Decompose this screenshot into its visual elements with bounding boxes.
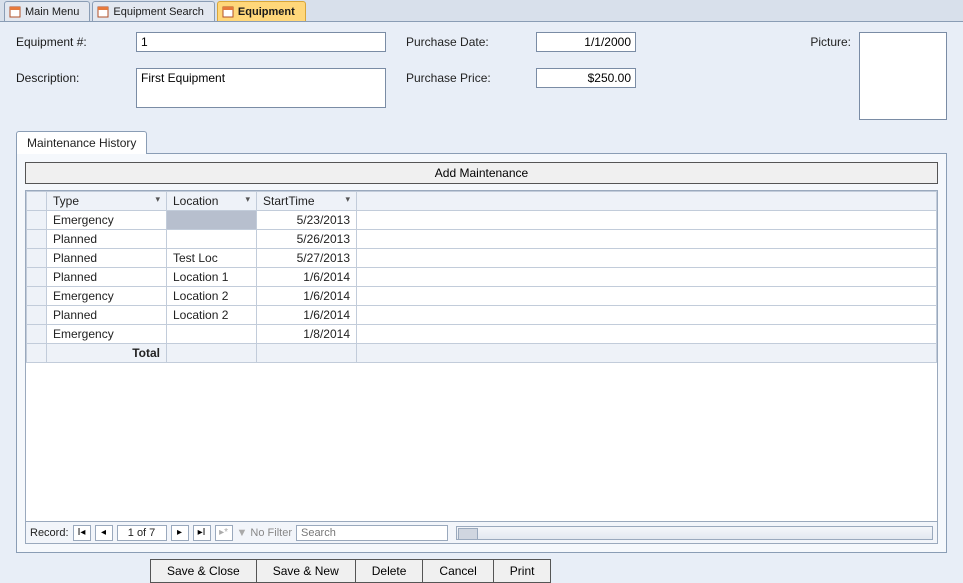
col-starttime-label: StartTime	[263, 194, 315, 208]
cell-blank	[357, 306, 937, 325]
cell-type[interactable]: Emergency	[47, 211, 167, 230]
cell-blank	[357, 325, 937, 344]
col-starttime[interactable]: StartTime ▾	[257, 192, 357, 211]
subtab-maintenance-history[interactable]: Maintenance History	[16, 131, 147, 154]
record-label: Record:	[30, 527, 69, 539]
form-action-buttons: Save & Close Save & New Delete Cancel Pr…	[150, 559, 963, 583]
search-input[interactable]	[296, 525, 448, 541]
window-tabs: Main Menu Equipment Search Equipment	[0, 0, 963, 22]
chevron-down-icon[interactable]: ▾	[245, 194, 250, 205]
chevron-down-icon[interactable]: ▾	[155, 194, 160, 205]
table-row[interactable]: PlannedTest Loc5/27/2013	[27, 249, 937, 268]
grid-corner[interactable]	[27, 192, 47, 211]
picture-box[interactable]	[859, 32, 947, 120]
tab-label: Equipment Search	[113, 6, 204, 18]
cell-blank	[357, 287, 937, 306]
cell-location[interactable]: Test Loc	[167, 249, 257, 268]
cell-type[interactable]: Emergency	[47, 325, 167, 344]
cell-starttime[interactable]: 1/6/2014	[257, 287, 357, 306]
tab-label: Equipment	[238, 6, 295, 18]
cell-type[interactable]: Planned	[47, 268, 167, 287]
add-maintenance-button[interactable]: Add Maintenance	[25, 162, 938, 184]
col-location-label: Location	[173, 194, 218, 208]
row-selector[interactable]	[27, 325, 47, 344]
cell-location[interactable]	[167, 211, 257, 230]
row-selector[interactable]	[27, 306, 47, 325]
description-label: Description:	[16, 68, 136, 85]
purchase-price-field[interactable]	[536, 68, 636, 88]
cell-starttime[interactable]: 1/6/2014	[257, 306, 357, 325]
total-row: Total	[27, 344, 937, 363]
delete-button[interactable]: Delete	[355, 559, 423, 583]
table-row[interactable]: Emergency 5/23/2013	[27, 211, 937, 230]
table-row[interactable]: PlannedLocation 21/6/2014	[27, 306, 937, 325]
cell-starttime[interactable]: 1/6/2014	[257, 268, 357, 287]
row-selector[interactable]	[27, 211, 47, 230]
form-icon	[9, 6, 21, 18]
cell-type[interactable]: Emergency	[47, 287, 167, 306]
purchase-date-field[interactable]	[536, 32, 636, 52]
filter-label: No Filter	[250, 527, 292, 539]
record-navigator: Record: I◂ ◂ 1 of 7 ▸ ▸I ▸* ▼ No Filter	[26, 521, 937, 543]
tab-main-menu[interactable]: Main Menu	[4, 1, 90, 21]
row-selector[interactable]	[27, 268, 47, 287]
row-selector[interactable]	[27, 230, 47, 249]
cell-starttime[interactable]: 5/26/2013	[257, 230, 357, 249]
col-blank	[357, 192, 937, 211]
nav-prev-button[interactable]: ◂	[95, 525, 113, 541]
table-row[interactable]: Planned 5/26/2013	[27, 230, 937, 249]
table-row[interactable]: PlannedLocation 11/6/2014	[27, 268, 937, 287]
form-icon	[222, 6, 234, 18]
row-selector[interactable]	[27, 249, 47, 268]
purchase-date-label: Purchase Date:	[406, 32, 536, 49]
maintenance-grid: Type ▾ Location ▾ StartTime ▾ Emergency 5/23…	[25, 190, 938, 544]
nav-new-button[interactable]: ▸*	[215, 525, 233, 541]
picture-label: Picture:	[810, 32, 851, 49]
cell-location[interactable]: Location 2	[167, 306, 257, 325]
total-label: Total	[47, 344, 167, 363]
tab-equipment[interactable]: Equipment	[217, 1, 306, 21]
filter-indicator[interactable]: ▼ No Filter	[237, 527, 292, 539]
cell-type[interactable]: Planned	[47, 306, 167, 325]
purchase-price-label: Purchase Price:	[406, 68, 536, 85]
horizontal-scrollbar[interactable]	[456, 526, 933, 540]
cell-type[interactable]: Planned	[47, 249, 167, 268]
subtab-container: Maintenance History Add Maintenance	[16, 130, 947, 553]
description-field[interactable]	[136, 68, 386, 108]
nav-last-button[interactable]: ▸I	[193, 525, 211, 541]
col-location[interactable]: Location ▾	[167, 192, 257, 211]
cell-blank	[357, 249, 937, 268]
cell-location[interactable]	[167, 325, 257, 344]
form-icon	[97, 6, 109, 18]
table-row[interactable]: Emergency 1/8/2014	[27, 325, 937, 344]
form-header: Equipment #: Description: Purchase Date:…	[0, 22, 963, 126]
equipment-num-field[interactable]	[136, 32, 386, 52]
cell-blank	[357, 230, 937, 249]
col-type[interactable]: Type ▾	[47, 192, 167, 211]
save-close-button[interactable]: Save & Close	[150, 559, 256, 583]
cell-blank	[357, 268, 937, 287]
equipment-num-label: Equipment #:	[16, 32, 136, 49]
table-row[interactable]: EmergencyLocation 21/6/2014	[27, 287, 937, 306]
save-new-button[interactable]: Save & New	[256, 559, 355, 583]
chevron-down-icon[interactable]: ▾	[345, 194, 350, 205]
cell-blank	[357, 211, 937, 230]
cell-type[interactable]: Planned	[47, 230, 167, 249]
cell-starttime[interactable]: 5/23/2013	[257, 211, 357, 230]
cell-location[interactable]: Location 1	[167, 268, 257, 287]
print-button[interactable]: Print	[493, 559, 552, 583]
funnel-icon: ▼	[237, 527, 248, 539]
tab-equipment-search[interactable]: Equipment Search	[92, 1, 215, 21]
cell-starttime[interactable]: 1/8/2014	[257, 325, 357, 344]
cell-starttime[interactable]: 5/27/2013	[257, 249, 357, 268]
col-type-label: Type	[53, 194, 79, 208]
nav-first-button[interactable]: I◂	[73, 525, 91, 541]
record-counter[interactable]: 1 of 7	[117, 525, 167, 541]
cell-location[interactable]: Location 2	[167, 287, 257, 306]
row-selector[interactable]	[27, 287, 47, 306]
cancel-button[interactable]: Cancel	[422, 559, 492, 583]
nav-next-button[interactable]: ▸	[171, 525, 189, 541]
cell-location[interactable]	[167, 230, 257, 249]
tab-label: Main Menu	[25, 6, 79, 18]
